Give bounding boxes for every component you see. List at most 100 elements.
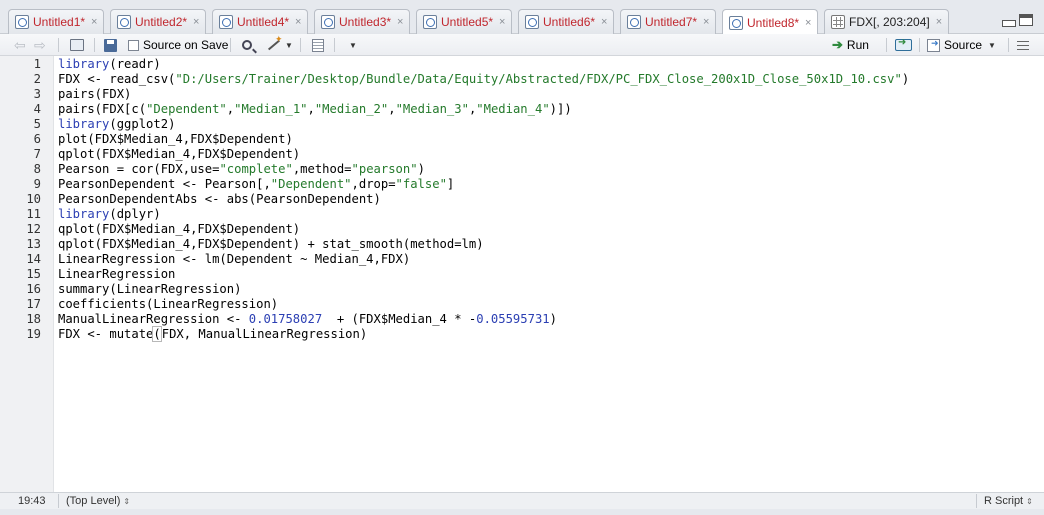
code-line[interactable]: FDX <- read_csv("D:/Users/Trainer/Deskto… (58, 72, 909, 87)
line-number: 16 (26, 282, 41, 296)
code-line[interactable]: qplot(FDX$Median_4,FDX$Dependent) (58, 222, 300, 237)
chevron-down-icon: ▼ (988, 40, 996, 50)
r-script-icon (525, 15, 539, 29)
toolbar-divider (919, 38, 920, 52)
tab-label: Untitled8* (747, 15, 800, 30)
close-icon[interactable]: × (936, 16, 942, 28)
magic-wand-icon (266, 34, 283, 52)
toolbar-divider (230, 38, 231, 52)
line-number: 17 (26, 297, 41, 311)
rerun-button[interactable] (895, 37, 912, 53)
save-button[interactable] (104, 37, 117, 53)
code-line[interactable]: plot(FDX$Median_4,FDX$Dependent) (58, 132, 293, 147)
pane-bottom-edge (0, 509, 1044, 515)
code-line[interactable]: summary(LinearRegression) (58, 282, 241, 297)
menu-lines-icon (1017, 40, 1029, 50)
code-line[interactable]: FDX <- mutate(FDX, ManualLinearRegressio… (58, 326, 367, 342)
show-in-window-button[interactable] (70, 37, 84, 53)
editor-status-bar: 19:43 (Top Level) ⇕ R Script ⇕ (0, 492, 1044, 509)
line-number: 9 (33, 177, 41, 191)
tab-fdx-data-view[interactable]: FDX[, 203:204] × (824, 9, 950, 34)
tab-label: FDX[, 203:204] (849, 15, 930, 29)
r-script-icon (627, 15, 641, 29)
code-editor[interactable]: 1 library(readr) 2 FDX <- read_csv("D:/User… (0, 56, 1044, 492)
close-icon[interactable]: × (703, 16, 709, 28)
close-icon[interactable]: × (499, 16, 505, 28)
close-icon[interactable]: × (397, 16, 403, 28)
maximize-pane-icon[interactable] (1019, 14, 1033, 26)
line-number: 19 (26, 327, 41, 341)
tab-untitled6[interactable]: Untitled6* × (518, 9, 615, 34)
text-cursor (160, 327, 162, 341)
file-type-label: R Script (984, 495, 1024, 507)
line-number: 6 (33, 132, 41, 146)
close-icon[interactable]: × (295, 16, 301, 28)
tab-untitled3[interactable]: Untitled3* × (314, 9, 411, 34)
code-line[interactable]: LinearRegression <- lm(Dependent ~ Media… (58, 252, 410, 267)
close-icon[interactable]: × (805, 17, 811, 29)
status-divider (976, 494, 977, 508)
code-line[interactable]: PearsonDependentAbs <- abs(PearsonDepend… (58, 192, 381, 207)
chevron-down-icon: ▼ (349, 40, 357, 50)
code-line[interactable]: library(readr) (58, 57, 161, 72)
find-replace-button[interactable] (242, 37, 252, 53)
line-number: 4 (33, 102, 41, 116)
line-number: 5 (33, 117, 41, 131)
tab-untitled1[interactable]: Untitled1* × (8, 9, 105, 34)
toolbar-divider (58, 38, 59, 52)
run-button[interactable]: ➔ Run (832, 37, 869, 53)
tab-label: Untitled5* (441, 15, 494, 29)
tab-label: Untitled6* (543, 15, 596, 29)
code-line[interactable]: pairs(FDX[c("Dependent","Median_1","Medi… (58, 102, 572, 117)
cursor-position: 19:43 (18, 495, 46, 507)
close-icon[interactable]: × (601, 16, 607, 28)
document-outline-button[interactable] (1017, 37, 1029, 53)
r-script-icon (15, 15, 29, 29)
more-options-button[interactable]: ▼ (346, 37, 357, 53)
source-button[interactable]: Source ▼ (927, 37, 996, 53)
tab-untitled2[interactable]: Untitled2* × (110, 9, 207, 34)
forward-arrow-icon[interactable]: ⇨ (34, 37, 46, 53)
run-arrow-icon: ➔ (832, 37, 843, 52)
tab-untitled5[interactable]: Untitled5* × (416, 9, 513, 34)
code-line[interactable]: PearsonDependent <- Pearson[,"Dependent"… (58, 177, 454, 192)
tab-untitled7[interactable]: Untitled7* × (620, 9, 717, 34)
toolbar-divider (300, 38, 301, 52)
close-icon[interactable]: × (91, 16, 97, 28)
updown-icon: ⇕ (1026, 497, 1033, 506)
minimize-pane-icon[interactable] (1001, 14, 1016, 27)
code-line[interactable]: library(ggplot2) (58, 117, 175, 132)
line-number: 7 (33, 147, 41, 161)
tab-label: Untitled1* (33, 15, 86, 29)
code-tools-button[interactable]: ▼ (266, 34, 293, 53)
compile-report-button[interactable] (312, 37, 324, 53)
scope-selector[interactable]: (Top Level) ⇕ (66, 495, 130, 507)
line-number: 3 (33, 87, 41, 101)
code-line[interactable]: ManualLinearRegression <- 0.01758027 + (… (58, 312, 557, 327)
source-on-save-toggle[interactable]: Source on Save (128, 37, 228, 53)
chevron-down-icon: ▼ (285, 40, 293, 50)
source-on-save-checkbox[interactable] (128, 39, 139, 51)
close-icon[interactable]: × (193, 16, 199, 28)
file-type-selector[interactable]: R Script ⇕ (984, 495, 1033, 507)
code-line[interactable]: LinearRegression (58, 267, 175, 282)
tab-untitled4[interactable]: Untitled4* × (212, 9, 309, 34)
line-number: 10 (26, 192, 41, 206)
line-number: 1 (33, 57, 41, 71)
status-divider (58, 494, 59, 508)
scope-label: (Top Level) (66, 495, 121, 507)
code-line[interactable]: pairs(FDX) (58, 87, 131, 102)
line-number: 2 (33, 72, 41, 86)
back-arrow-icon[interactable]: ⇦ (14, 37, 26, 53)
code-line[interactable]: Pearson = cor(FDX,use="complete",method=… (58, 162, 425, 177)
line-number: 13 (26, 237, 41, 251)
line-number: 12 (26, 222, 41, 236)
toolbar-divider (1008, 38, 1009, 52)
tab-untitled8[interactable]: Untitled8* × (722, 9, 819, 35)
code-line[interactable]: qplot(FDX$Median_4,FDX$Dependent) + stat… (58, 237, 484, 252)
r-script-icon (729, 15, 743, 30)
code-line[interactable]: library(dplyr) (58, 207, 161, 222)
code-line[interactable]: qplot(FDX$Median_4,FDX$Dependent) (58, 147, 300, 162)
code-line[interactable]: coefficients(LinearRegression) (58, 297, 278, 312)
r-script-icon (219, 15, 233, 29)
